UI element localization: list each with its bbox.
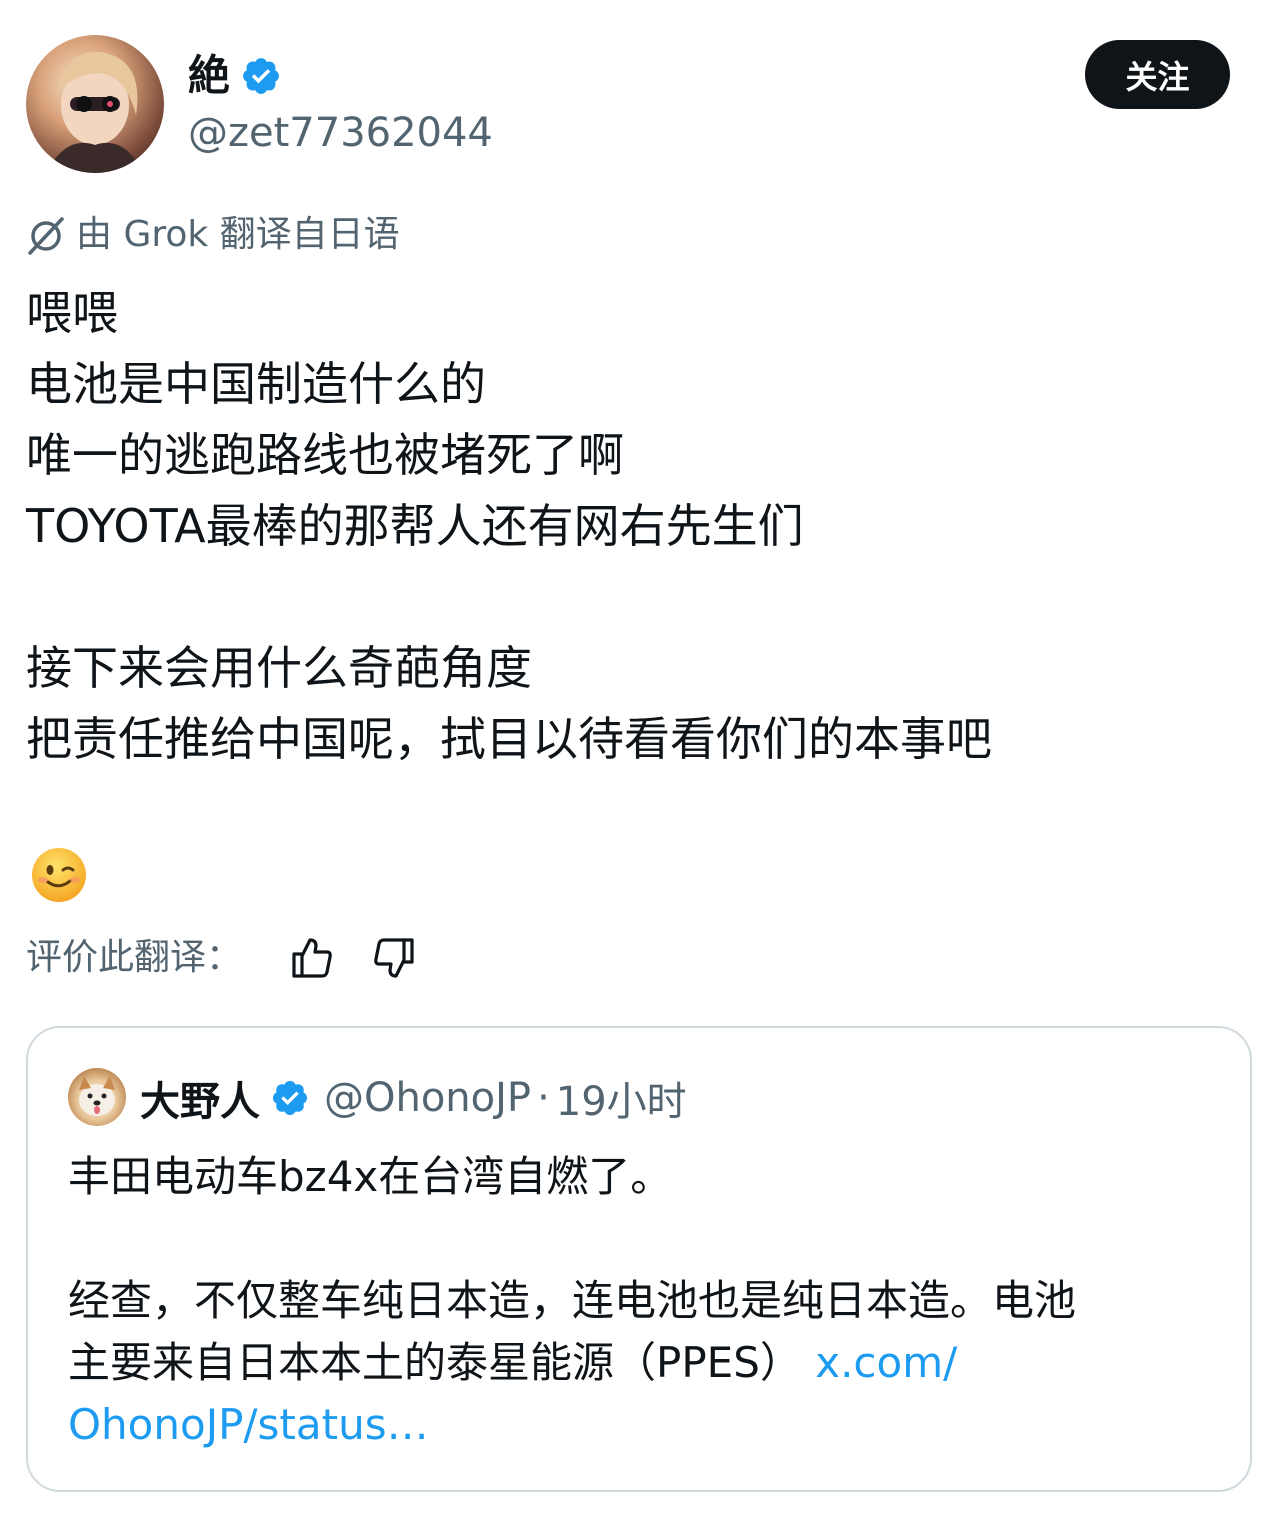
dog-avatar-illustration [79, 1076, 115, 1116]
separator-dot: · [537, 1075, 550, 1121]
tweet-line-empty [26, 562, 1256, 633]
tweet-line: 把责任推给中国呢，拭目以待看看你们的本事吧 [26, 712, 992, 766]
verified-badge-icon [272, 1080, 308, 1116]
quoted-tweet-line: 丰田电动车bz4x在台湾自燃了。 [68, 1152, 673, 1201]
translation-note-text: 由 Grok 翻译自日语 [76, 214, 400, 255]
quoted-tweet-link[interactable]: x.com/ [815, 1338, 957, 1387]
quoted-tweet-timestamp[interactable]: 19小时 [556, 1069, 687, 1127]
author-avatar[interactable] [26, 35, 164, 173]
tweet-line: TOYOTA最棒的那帮人还有网右先生们 [26, 499, 804, 553]
avatar-illustration [46, 51, 144, 173]
follow-button[interactable]: 关注 [1085, 40, 1230, 109]
tweet-line: 接下来会用什么奇葩角度 [26, 641, 532, 695]
tweet-text: 喂喂 电池是中国制造什么的 唯一的逃跑路线也被堵死了啊 TOYOTA最棒的那帮人… [26, 278, 1256, 775]
quoted-tweet-line-text: 主要来自日本本土的泰星能源（PPES） [68, 1338, 802, 1387]
author-handle[interactable]: @zet77362044 [188, 108, 493, 158]
tweet-line: 电池是中国制造什么的 [26, 357, 486, 411]
quoted-author-avatar[interactable] [68, 1068, 126, 1126]
verified-badge-icon [243, 58, 279, 94]
rate-translation-row: 评价此翻译： [26, 928, 414, 988]
quoted-tweet-card[interactable]: 大野人 @OhonoJP · 19小时 丰田电动车bz4x在台湾自燃了。 经查，… [26, 1026, 1252, 1492]
quoted-tweet-link-continued[interactable]: OhonoJP/status… [68, 1394, 1218, 1456]
winking-face-emoji-icon [32, 848, 86, 902]
quoted-tweet-line: 主要来自日本本土的泰星能源（PPES） x.com/ [68, 1332, 1218, 1394]
author-name[interactable]: 絶 [188, 50, 230, 102]
quoted-tweet-blank-line [68, 1208, 1218, 1270]
quoted-tweet-text: 丰田电动车bz4x在台湾自燃了。 经查，不仅整车纯日本造，连电池也是纯日本造。电… [68, 1146, 1218, 1456]
thumbs-down-icon[interactable] [370, 934, 418, 982]
quoted-author-handle[interactable]: @OhonoJP [324, 1075, 531, 1121]
rate-translation-label: 评价此翻译： [26, 937, 243, 978]
tweet-line: 喂喂 [26, 286, 118, 340]
tweet-line: 唯一的逃跑路线也被堵死了啊 [26, 428, 624, 482]
thumbs-up-icon[interactable] [288, 934, 336, 982]
author-name-row[interactable]: 絶 [188, 50, 282, 102]
grok-icon [28, 217, 64, 255]
quoted-tweet-header: 大野人 @OhonoJP · 19小时 [140, 1068, 687, 1128]
quoted-author-name[interactable]: 大野人 [140, 1069, 260, 1127]
translation-note: 由 Grok 翻译自日语 [26, 212, 400, 258]
quoted-tweet-line: 经查，不仅整车纯日本造，连电池也是纯日本造。电池 [68, 1276, 1077, 1325]
